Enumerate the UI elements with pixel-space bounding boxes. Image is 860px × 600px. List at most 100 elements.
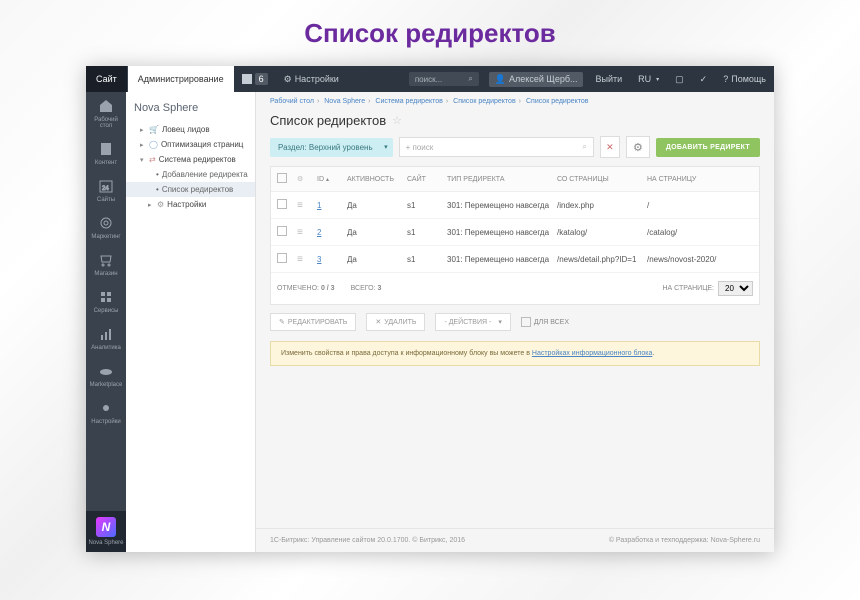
per-page-select[interactable]: 20 xyxy=(718,281,753,296)
th-active[interactable]: АКТИВНОСТЬ xyxy=(345,176,405,183)
actions-dropdown[interactable]: - ДЕЙСТВИЯ -▾ xyxy=(435,313,510,331)
favorite-star-icon[interactable]: ☆ xyxy=(392,114,402,127)
chart-icon xyxy=(98,326,114,342)
row-id-link[interactable]: 3 xyxy=(317,255,321,264)
bc-0[interactable]: Рабочий стол xyxy=(270,98,314,105)
x-icon: ✕ xyxy=(375,318,381,326)
rail-desktop[interactable]: Рабочий стол xyxy=(86,92,126,135)
th-id[interactable]: ID ▴ xyxy=(315,176,345,183)
rail-nova-sphere[interactable]: NNova Sphere xyxy=(86,511,126,552)
gear-icon[interactable]: ⚙ xyxy=(297,176,303,183)
rail-settings[interactable]: Настройки xyxy=(86,394,126,431)
bc-4[interactable]: Список редиректов xyxy=(526,98,589,105)
filter-section-chip[interactable]: Раздел: Верхний уровень xyxy=(270,138,393,157)
redirect-icon: ⇄ xyxy=(149,155,156,164)
rail-marketplace[interactable]: Marketplace xyxy=(86,357,126,394)
th-to[interactable]: НА СТРАНИЦУ xyxy=(645,176,755,183)
tab-admin[interactable]: Администрирование xyxy=(128,66,234,92)
row-checkbox[interactable] xyxy=(277,226,287,236)
bc-1[interactable]: Nova Sphere xyxy=(324,98,365,105)
tree-node-add-redirect[interactable]: •Добавление редиректа xyxy=(126,167,255,182)
selected-count: ОТМЕЧЕНО: 0 / 3 xyxy=(277,285,335,292)
search-icon: ⌕ xyxy=(468,74,472,84)
topbar-lang[interactable]: RU▾ xyxy=(630,66,667,92)
dot-icon: • xyxy=(156,170,159,179)
topbar-help[interactable]: ?Помощь xyxy=(715,66,774,92)
table-header: ⚙ ID ▴ АКТИВНОСТЬ САЙТ ТИП РЕДИРЕКТА СО … xyxy=(271,167,759,192)
rail-services[interactable]: Сервисы xyxy=(86,283,126,320)
cart-icon: 🛒 xyxy=(149,125,159,134)
cubes-icon xyxy=(98,289,114,305)
search-icon: ⌕ xyxy=(582,142,586,152)
row-menu-icon[interactable]: ≡ xyxy=(297,227,303,238)
th-site[interactable]: САЙТ xyxy=(405,176,445,183)
grid-icon xyxy=(242,74,252,84)
row-menu-icon[interactable]: ≡ xyxy=(297,200,303,211)
tree-node-leads[interactable]: ▸🛒Ловец лидов xyxy=(126,122,255,137)
bc-3[interactable]: Список редиректов xyxy=(453,98,516,105)
nova-logo-icon: N xyxy=(96,517,116,537)
filter-search-input[interactable]: + поиск⌕ xyxy=(399,137,594,157)
topbar-icon-1[interactable]: ▢ xyxy=(667,66,692,92)
gear-icon: ⚙ xyxy=(284,74,292,85)
cart-icon xyxy=(98,252,114,268)
tree-node-redirects[interactable]: ▾⇄Система редиректов xyxy=(126,152,255,167)
select-all-checkbox[interactable] xyxy=(277,173,287,183)
topbar-logout[interactable]: Выйти xyxy=(587,66,630,92)
bc-2[interactable]: Система редиректов xyxy=(375,98,442,105)
rail-sites[interactable]: 24Сайты xyxy=(86,172,126,209)
tab-site[interactable]: Сайт xyxy=(86,66,128,92)
add-redirect-button[interactable]: ДОБАВИТЬ РЕДИРЕКТ xyxy=(656,138,760,157)
pencil-icon: ✎ xyxy=(279,318,285,326)
page-footer: 1С-Битрикс: Управление сайтом 20.0.1700.… xyxy=(256,528,774,552)
row-menu-icon[interactable]: ≡ xyxy=(297,254,303,265)
topbar: Сайт Администрирование 6 ⚙ Настройки пои… xyxy=(86,66,774,92)
th-type[interactable]: ТИП РЕДИРЕКТА xyxy=(445,176,555,183)
table-row: ≡ 2 Да s1 301: Перемещено навсегда /kata… xyxy=(271,219,759,246)
topbar-search[interactable]: поиск... ⌕ xyxy=(409,72,479,86)
rail-content[interactable]: Контент xyxy=(86,135,126,172)
collapse-icon: ▾ xyxy=(140,156,146,164)
delete-button[interactable]: ✕УДАЛИТЬ xyxy=(366,313,425,331)
rail-shop[interactable]: Магазин xyxy=(86,246,126,283)
breadcrumb: Рабочий стол› Nova Sphere› Система редир… xyxy=(256,92,774,111)
info-settings-link[interactable]: Настройках информационного блока xyxy=(532,350,652,357)
th-from[interactable]: СО СТРАНИЦЫ xyxy=(555,176,645,183)
tree-panel: Nova Sphere ▸🛒Ловец лидов ▸◯Оптимизация … xyxy=(126,92,256,552)
svg-text:24: 24 xyxy=(102,186,109,192)
rail-marketing[interactable]: Маркетинг xyxy=(86,209,126,246)
tree-node-settings[interactable]: ▸⚙Настройки xyxy=(126,197,255,212)
tree-node-optimize[interactable]: ▸◯Оптимизация страниц xyxy=(126,137,255,152)
tree-node-redirect-list[interactable]: •Список редиректов xyxy=(126,182,255,197)
row-checkbox[interactable] xyxy=(277,253,287,263)
rail-analytics[interactable]: Аналитика xyxy=(86,320,126,357)
dot-icon: • xyxy=(156,185,159,194)
row-checkbox[interactable] xyxy=(277,199,287,209)
gear-icon: ⚙ xyxy=(633,141,643,154)
row-id-link[interactable]: 1 xyxy=(317,201,321,210)
filter-clear-button[interactable]: ✕ xyxy=(600,136,620,158)
cloud-icon xyxy=(98,363,114,379)
topbar-notifications[interactable]: 6 xyxy=(234,66,276,92)
topbar-settings[interactable]: ⚙ Настройки xyxy=(276,66,347,92)
expand-icon: ▸ xyxy=(140,141,146,149)
gear-icon: ⚙ xyxy=(157,200,164,209)
edit-button[interactable]: ✎РЕДАКТИРОВАТЬ xyxy=(270,313,356,331)
topbar-icon-2[interactable]: ✓ xyxy=(692,66,716,92)
for-all-checkbox[interactable]: ДЛЯ ВСЕХ xyxy=(521,317,569,327)
info-notice: Изменить свойства и права доступа к инфо… xyxy=(270,341,760,366)
sort-icon: ▴ xyxy=(326,177,329,183)
row-id-link[interactable]: 2 xyxy=(317,228,321,237)
filter-bar: Раздел: Верхний уровень + поиск⌕ ✕ ⚙ ДОБ… xyxy=(270,136,760,158)
total-count: ВСЕГО: 3 xyxy=(351,285,382,292)
chevron-down-icon: ▾ xyxy=(656,76,659,83)
table-row: ≡ 3 Да s1 301: Перемещено навсегда /news… xyxy=(271,246,759,273)
chevron-down-icon: ▾ xyxy=(498,318,502,326)
user-icon: 👤 xyxy=(495,74,506,85)
help-icon: ? xyxy=(723,74,728,84)
main-area: Рабочий стол› Nova Sphere› Система редир… xyxy=(256,92,774,552)
check-icon: ✓ xyxy=(700,74,708,85)
calendar-icon: 24 xyxy=(98,178,114,194)
topbar-user[interactable]: 👤 Алексей Щерб... xyxy=(489,72,584,87)
filter-settings-button[interactable]: ⚙ xyxy=(626,136,650,158)
